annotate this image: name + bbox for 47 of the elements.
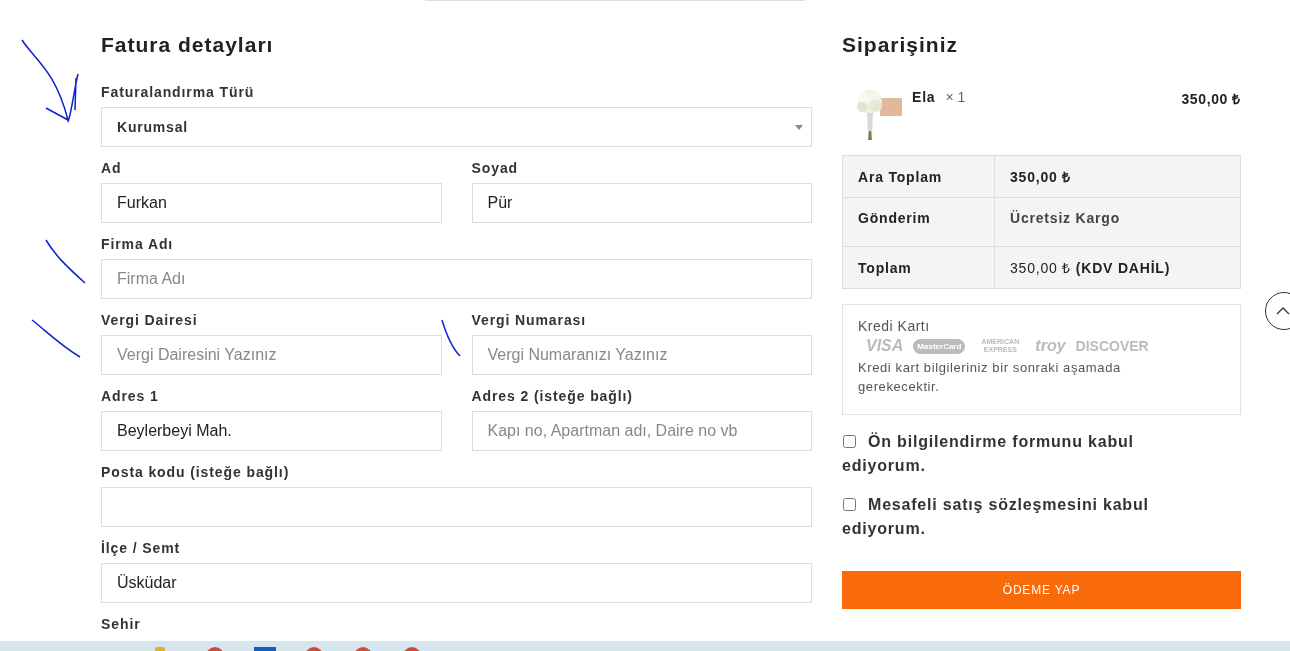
field-label: Posta kodu (isteğe bağlı) — [101, 463, 290, 481]
product-quantity: × 1 — [945, 89, 966, 105]
field-label: Faturalandırma Türü — [101, 83, 255, 101]
product-price: 350,00 ₺ — [1181, 90, 1241, 108]
section-title: Siparişiniz — [842, 32, 960, 58]
chevron-up-icon — [1276, 307, 1290, 315]
checkbox[interactable] — [843, 435, 856, 448]
annotation-stroke — [441, 319, 461, 357]
field-label: Vergi Dairesi — [101, 311, 198, 329]
annotation-stroke — [45, 239, 86, 284]
table-cell: Ücretsiz Kargo — [994, 197, 1241, 247]
field-label: Firma Adı — [101, 235, 174, 253]
table-cell: Ara Toplam — [842, 155, 995, 198]
table-cell: Gönderim — [842, 197, 995, 247]
field-label: Ad — [101, 159, 122, 177]
card-brand-logo: VISA — [866, 337, 904, 355]
input-field[interactable] — [101, 487, 812, 527]
input-field[interactable]: Firma Adı — [101, 259, 812, 299]
select-field[interactable]: Kurumsal — [101, 107, 812, 147]
field-label: Vergi Numarası — [471, 311, 587, 329]
agreement-label: Mesafeli satış sözleşmesini kabul ediyorum. — [842, 495, 1150, 539]
card-brand-logo: MasterCard — [913, 338, 966, 354]
agreement-label: Ön bilgilendirme formunu kabul ediyorum. — [842, 431, 1135, 476]
checkbox[interactable] — [843, 498, 856, 511]
payment-method-title: Kredi Kartı — [858, 318, 931, 334]
field-label: Adres 2 (isteğe bağlı) — [471, 387, 633, 405]
section-title: Fatura detayları — [101, 32, 275, 58]
card-brand-logo: DISCOVER — [1075, 338, 1149, 354]
payment-note: Kredi kart bilgileriniz bir sonraki aşamada gerekecektir. — [858, 359, 1122, 396]
input-field[interactable]: Furkan — [101, 183, 442, 223]
field-label: Adres 1 — [101, 387, 159, 405]
field-label: Sehir — [101, 615, 141, 633]
annotation-stroke — [31, 319, 81, 358]
table-cell: Toplam — [842, 246, 995, 289]
input-field[interactable]: Kapı no, Apartman adı, Daire no vb — [471, 411, 812, 451]
input-field[interactable]: Beylerbeyi Mah. — [101, 411, 442, 451]
input-field[interactable]: Vergi Numaranızı Yazınız — [471, 335, 812, 375]
input-field[interactable]: Üsküdar — [101, 563, 812, 603]
product-name: Ela — [912, 89, 936, 105]
field-label: Soyad — [471, 159, 518, 177]
table-cell: 350,00 ₺ — [994, 155, 1241, 198]
table-cell: 350,00 ₺ (KDV DAHİL) — [994, 246, 1241, 289]
caret-icon — [795, 124, 803, 130]
card-brand-logo: troy — [1035, 337, 1066, 355]
input-field[interactable]: Pür — [471, 183, 812, 223]
field-label: İlçe / Semt — [101, 539, 181, 557]
input-field[interactable]: Vergi Dairesini Yazınız — [101, 335, 442, 375]
